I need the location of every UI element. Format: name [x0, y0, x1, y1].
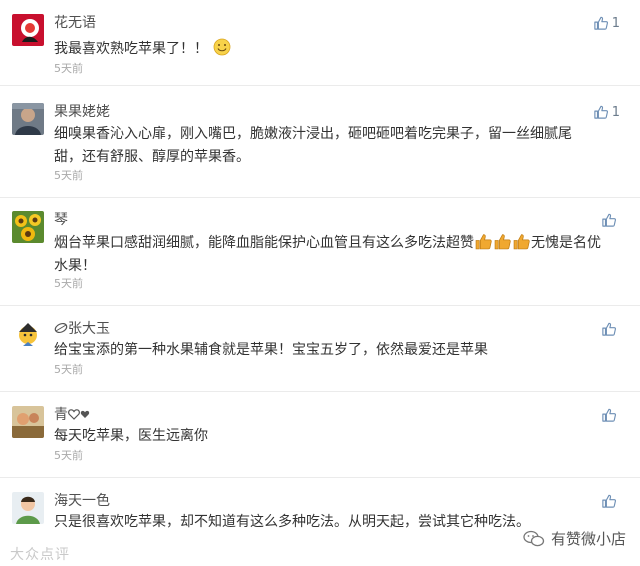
avatar[interactable]: [12, 14, 44, 46]
child-avatar-icon: [12, 492, 44, 524]
cartoon-avatar-icon: [12, 320, 44, 352]
sunflower-avatar-icon: [12, 211, 44, 243]
thumbs-up-icon: [602, 322, 616, 336]
timestamp: 5天前: [54, 277, 83, 290]
like-button[interactable]: [602, 406, 620, 424]
avatar[interactable]: [12, 211, 44, 243]
thumbs-up-icon: [594, 105, 608, 119]
thumbs-up-icon: [602, 408, 616, 422]
like-button[interactable]: [602, 211, 620, 229]
timestamp: 5天前: [54, 449, 83, 462]
comment-text: 给宝宝添的第一种水果辅食就是苹果！宝宝五岁了，依然最爱还是苹果: [54, 342, 488, 358]
username[interactable]: 花无语: [54, 14, 96, 32]
thumbs-up-icon: [602, 213, 616, 227]
watermark-left-text: 大众点评: [10, 547, 70, 563]
avatar[interactable]: [12, 320, 44, 352]
timestamp: 5天前: [54, 363, 83, 376]
thumbs-up-icon: [594, 16, 608, 30]
username[interactable]: 海天一色: [54, 492, 110, 510]
like-count: 1: [611, 104, 620, 120]
divider: [0, 197, 640, 198]
watermark-right-text: 有赞微小店: [550, 530, 626, 548]
avatar[interactable]: [12, 492, 44, 524]
watermark-right: 有赞微小店: [523, 528, 626, 549]
like-button[interactable]: [602, 320, 620, 338]
comment-text-part: 烟台苹果口感甜润细腻，能降血脂能保护心血管且有这么多吃法超赞: [54, 235, 474, 251]
username[interactable]: 果果姥姥: [54, 103, 110, 121]
like-button[interactable]: [602, 492, 620, 510]
avatar[interactable]: [12, 406, 44, 438]
leaf-icon: [54, 322, 68, 334]
thumbs-up-icon: [602, 494, 616, 508]
divider: [0, 477, 640, 478]
username-text: 张大玉: [68, 321, 110, 337]
comment-text-body: 我最喜欢熟吃苹果了！！: [54, 41, 208, 57]
username[interactable]: 青: [54, 406, 92, 424]
smile-emoji-icon: [214, 38, 231, 56]
divider: [0, 391, 640, 392]
thumbs-up-emoji-icon: [513, 234, 530, 250]
timestamp: 5天前: [54, 62, 83, 75]
like-count: 1: [611, 15, 620, 31]
thumbs-up-emoji-icon: [494, 234, 511, 250]
divider: [0, 305, 640, 306]
thumbs-up-emoji-icon: [475, 234, 492, 250]
comment-text: 每天吃苹果，医生远离你: [54, 428, 208, 444]
hearts-icon: [68, 409, 90, 420]
avatar[interactable]: [12, 103, 44, 135]
like-button[interactable]: 1: [594, 103, 620, 121]
username-text: 青: [54, 407, 68, 423]
photo-avatar-icon: [12, 406, 44, 438]
like-button[interactable]: 1: [594, 14, 620, 32]
watermark-left: 大众点评: [10, 544, 70, 564]
red-flower-avatar-icon: [12, 14, 44, 46]
username[interactable]: 琴: [54, 211, 68, 229]
person-avatar-icon: [12, 103, 44, 135]
comment-text: 烟台苹果口感甜润细腻，能降血脂能保护心血管且有这么多吃法超赞 无愧是名优水果！: [54, 232, 604, 278]
comment-text: 细嗅果香沁入心扉，刚入嘴巴，脆嫩液汁浸出，砸吧砸吧着吃完果子，留一丝细腻尾甜，还…: [54, 126, 572, 165]
username[interactable]: 张大玉: [54, 320, 110, 338]
timestamp: 5天前: [54, 169, 83, 182]
wechat-icon: [523, 530, 545, 546]
comment-text: 我最喜欢熟吃苹果了！！: [54, 38, 614, 61]
divider: [0, 85, 640, 86]
